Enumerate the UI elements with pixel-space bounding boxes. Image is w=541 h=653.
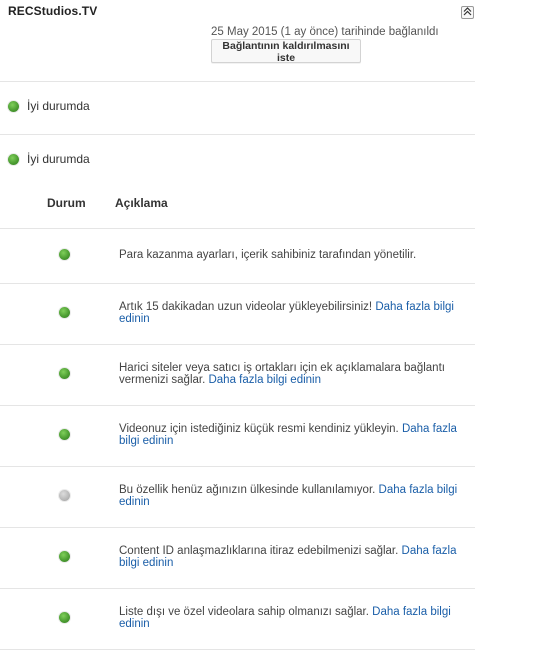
description-text: Videonuz için istediğiniz küçük resmi ke… [119,423,402,435]
row-description: Artık 15 dakikadan uzun videolar yükleye… [119,301,469,325]
row-divider [0,649,475,650]
row-description: Para kazanma ayarları, içerik sahibiniz … [119,249,469,261]
linked-date-text: 25 May 2015 (1 ay önce) tarihinde bağlan… [211,26,439,38]
status-green-icon [8,100,19,112]
status-summary-2: İyi durumda [8,152,90,166]
status-green-icon [59,612,70,623]
column-header-description: Açıklama [115,196,168,210]
status-green-icon [8,153,19,165]
table-row: Content ID anlaşmazlıklarına itiraz edeb… [0,527,475,588]
description-text: Content ID anlaşmazlıklarına itiraz edeb… [119,545,402,557]
row-description: Videonuz için istediğiniz küçük resmi ke… [119,423,469,447]
status-gray-icon [59,490,70,501]
row-description: Harici siteler veya satıcı iş ortakları … [119,362,469,386]
description-text: Para kazanma ayarları, içerik sahibiniz … [119,249,417,261]
status-green-icon [59,368,70,379]
table-row: Liste dışı ve özel videolara sahip olman… [0,588,475,649]
status-summary-1: İyi durumda [8,99,90,113]
collapse-icon [463,7,472,18]
divider [0,81,475,82]
description-text: Bu özellik henüz ağınızın ülkesinde kull… [119,484,379,496]
description-text: Liste dışı ve özel videolara sahip olman… [119,606,373,618]
request-unlink-button[interactable]: Bağlantının kaldırılmasını iste [211,39,361,64]
table-row: Videonuz için istediğiniz küçük resmi ke… [0,405,475,466]
status-label: İyi durumda [27,99,90,113]
table-row: Artık 15 dakikadan uzun videolar yükleye… [0,283,475,344]
status-green-icon [59,551,70,562]
status-green-icon [59,249,70,260]
status-label: İyi durumda [27,152,90,166]
row-description: Liste dışı ve özel videolara sahip olman… [119,606,469,630]
column-header-status: Durum [47,196,86,210]
row-description: Content ID anlaşmazlıklarına itiraz edeb… [119,545,469,569]
status-green-icon [59,429,70,440]
channel-name: RECStudios.TV [8,4,98,18]
divider [0,134,475,135]
status-green-icon [59,307,70,318]
table-row: Bu özellik henüz ağınızın ülkesinde kull… [0,466,475,527]
description-text: Artık 15 dakikadan uzun videolar yükleye… [119,301,376,313]
learn-more-link[interactable]: Daha fazla bilgi edinin [208,374,321,386]
table-row: Harici siteler veya satıcı iş ortakları … [0,344,475,405]
table-row: Para kazanma ayarları, içerik sahibiniz … [0,228,475,283]
row-description: Bu özellik henüz ağınızın ülkesinde kull… [119,484,469,508]
collapse-button[interactable] [461,6,474,19]
